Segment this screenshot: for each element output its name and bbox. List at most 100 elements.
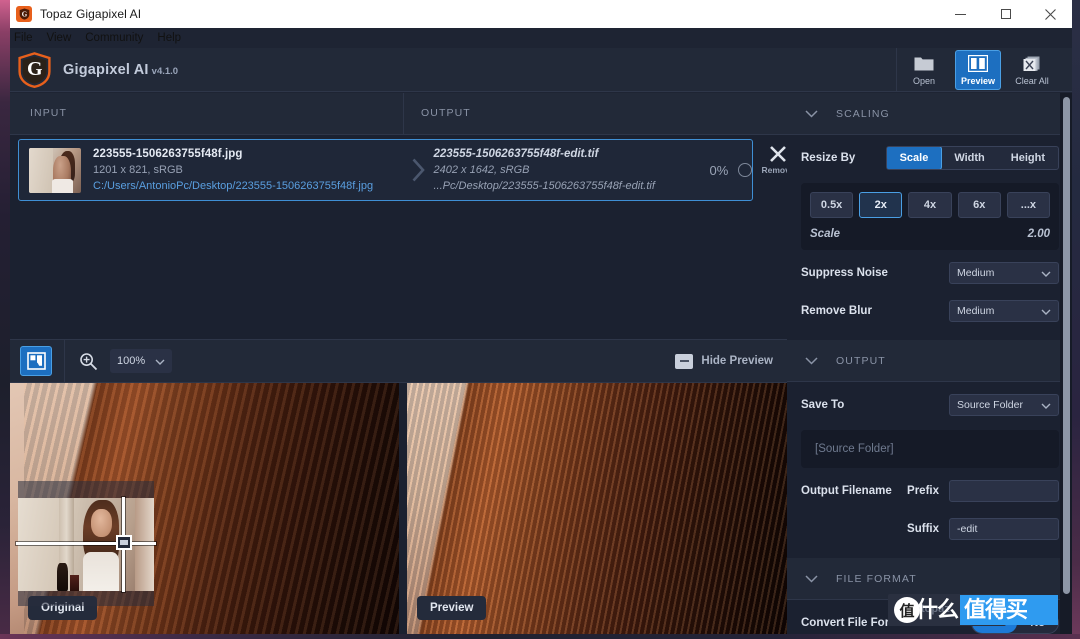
navigator-overlay[interactable] xyxy=(16,481,156,606)
output-path-field[interactable]: [Source Folder] xyxy=(801,430,1059,468)
output-file-meta: 2402 x 1642, sRGB xyxy=(433,164,530,176)
brand-version: v4.1.0 xyxy=(151,66,179,77)
file-thumbnail xyxy=(29,147,81,193)
collapse-icon xyxy=(675,353,694,369)
preview-pane[interactable]: Preview xyxy=(399,383,787,634)
split-view-icon xyxy=(968,54,988,73)
progress-percent: 0% xyxy=(709,162,729,178)
io-header: INPUT OUTPUT xyxy=(10,93,787,135)
hide-preview-button[interactable]: Hide Preview xyxy=(675,353,773,369)
fit-to-window-icon[interactable] xyxy=(20,346,52,376)
save-to-select[interactable]: Source Folder xyxy=(949,394,1059,416)
zoom-level-value: 100% xyxy=(117,355,146,367)
scale-preset-6x[interactable]: 6x xyxy=(957,192,1001,218)
scale-preset-4x[interactable]: 4x xyxy=(908,192,952,218)
suffix-label: Suffix xyxy=(907,523,939,535)
resize-by-width[interactable]: Width xyxy=(941,147,997,169)
close-icon[interactable] xyxy=(1028,0,1073,28)
open-button[interactable]: Open xyxy=(901,50,947,90)
settings-panel: SCALING Resize By Scale Width Height 0.5… xyxy=(787,93,1073,634)
menu-bar: File View Community Help xyxy=(7,28,1073,76)
preview-button[interactable]: Preview xyxy=(955,49,1001,90)
output-section-header[interactable]: OUTPUT xyxy=(787,340,1073,382)
hide-preview-label: Hide Preview xyxy=(701,355,773,367)
output-column-header: OUTPUT xyxy=(421,107,471,119)
pan-handle-icon[interactable] xyxy=(116,535,132,550)
magnifier-icon[interactable] xyxy=(79,352,98,371)
chevron-down-icon xyxy=(1041,302,1051,320)
save-to-value: Source Folder xyxy=(957,399,1023,411)
scaling-section-body: Resize By Scale Width Height 0.5x 2x 4x … xyxy=(787,143,1073,340)
clear-all-label: Clear All xyxy=(1015,75,1049,86)
input-file-info: 223555-1506263755f48f.jpg 1201 x 821, sR… xyxy=(93,148,404,192)
scaling-section-title: SCALING xyxy=(836,107,890,120)
title-bar: G Topaz Gigapixel AI xyxy=(7,0,1073,28)
scale-preset-custom[interactable]: ...x xyxy=(1006,192,1051,218)
menu-item-community[interactable]: Community xyxy=(78,28,150,48)
scaling-section-header[interactable]: SCALING xyxy=(787,93,1073,135)
scale-presets-box: 0.5x 2x 4x 6x ...x Scale 2.00 xyxy=(801,183,1059,250)
application-window: G Topaz Gigapixel AI File View Community… xyxy=(0,0,1080,639)
watermark-text-1: 什么 xyxy=(916,597,959,622)
watermark-text-2: 值得买 xyxy=(964,597,1028,622)
remove-blur-select[interactable]: Medium xyxy=(949,300,1059,322)
app-header: G Gigapixel AI v4.1.0 Open Preview Clear… xyxy=(10,47,1073,92)
suppress-noise-label: Suppress Noise xyxy=(801,267,888,279)
suppress-noise-select[interactable]: Medium xyxy=(949,262,1059,284)
minimize-icon[interactable] xyxy=(938,0,983,28)
topaz-logo-icon: G xyxy=(16,6,32,22)
chevron-down-icon xyxy=(1041,396,1051,414)
prefix-row: Output Filename Prefix xyxy=(801,476,1059,506)
menu-item-view[interactable]: View xyxy=(40,28,79,48)
resize-by-label: Resize By xyxy=(801,152,856,164)
window-title: Topaz Gigapixel AI xyxy=(40,7,142,21)
input-file-path: C:/Users/AntonioPc/Desktop/223555-150626… xyxy=(93,180,374,192)
resize-by-segmented-control: Scale Width Height xyxy=(885,146,1059,170)
clear-all-icon xyxy=(1022,54,1042,73)
suffix-value: -edit xyxy=(957,523,978,535)
preview-label: Preview xyxy=(960,75,996,86)
resize-by-height[interactable]: Height xyxy=(998,147,1058,169)
maximize-icon[interactable] xyxy=(983,0,1028,28)
io-header-divider xyxy=(403,93,404,135)
suffix-row: Suffix -edit xyxy=(801,514,1059,544)
suppress-noise-row: Suppress Noise Medium xyxy=(801,258,1059,288)
panel-scrollbar[interactable] xyxy=(1063,97,1070,594)
zoom-level-select[interactable]: 100% xyxy=(110,349,172,373)
progress-spinner-icon xyxy=(738,163,752,177)
remove-blur-label: Remove Blur xyxy=(801,305,872,317)
pane-gap xyxy=(399,383,407,634)
chevron-down-icon xyxy=(1041,264,1051,282)
window-controls xyxy=(938,0,1073,28)
gigapixel-shield-logo-icon: G xyxy=(18,51,51,88)
open-label: Open xyxy=(912,75,936,86)
window-edge-right xyxy=(1072,0,1080,639)
watermark: 值 topaz 什么 值得买 xyxy=(888,592,1068,632)
chevron-down-icon xyxy=(805,105,818,123)
output-file-path: ...Pc/Desktop/223555-1506263755f48f-edit… xyxy=(433,180,655,192)
scale-value-row: Scale 2.00 xyxy=(810,228,1050,240)
resize-by-scale[interactable]: Scale xyxy=(886,147,943,169)
clear-all-button[interactable]: Clear All xyxy=(1009,50,1055,90)
left-column: INPUT OUTPUT 223555-1506263755f48f.jpg 1… xyxy=(10,93,795,634)
logo-letter: G xyxy=(27,57,43,80)
brand-name: Gigapixel AI xyxy=(63,61,149,78)
file-list-row[interactable]: 223555-1506263755f48f.jpg 1201 x 821, sR… xyxy=(18,139,753,201)
window-edge-bottom xyxy=(0,634,1080,639)
menu-item-file[interactable]: File xyxy=(7,28,40,48)
file-format-section-title: FILE FORMAT xyxy=(836,572,917,585)
output-file-name: 223555-1506263755f48f-edit.tif xyxy=(433,148,599,160)
window-edge-left xyxy=(0,0,10,639)
suffix-input[interactable]: -edit xyxy=(949,518,1059,540)
input-file-meta: 1201 x 821, sRGB xyxy=(93,164,183,176)
remove-blur-value: Medium xyxy=(957,305,995,317)
scale-preset-0-5x[interactable]: 0.5x xyxy=(810,192,854,218)
scale-label: Scale xyxy=(810,228,841,240)
output-path-placeholder: [Source Folder] xyxy=(815,443,894,455)
output-file-info: 223555-1506263755f48f-edit.tif 2402 x 16… xyxy=(434,148,708,192)
preview-toolbar: 100% Hide Preview xyxy=(10,339,787,383)
menu-item-help[interactable]: Help xyxy=(150,28,188,48)
scale-preset-2x[interactable]: 2x xyxy=(859,192,903,218)
prefix-input[interactable] xyxy=(949,480,1059,502)
